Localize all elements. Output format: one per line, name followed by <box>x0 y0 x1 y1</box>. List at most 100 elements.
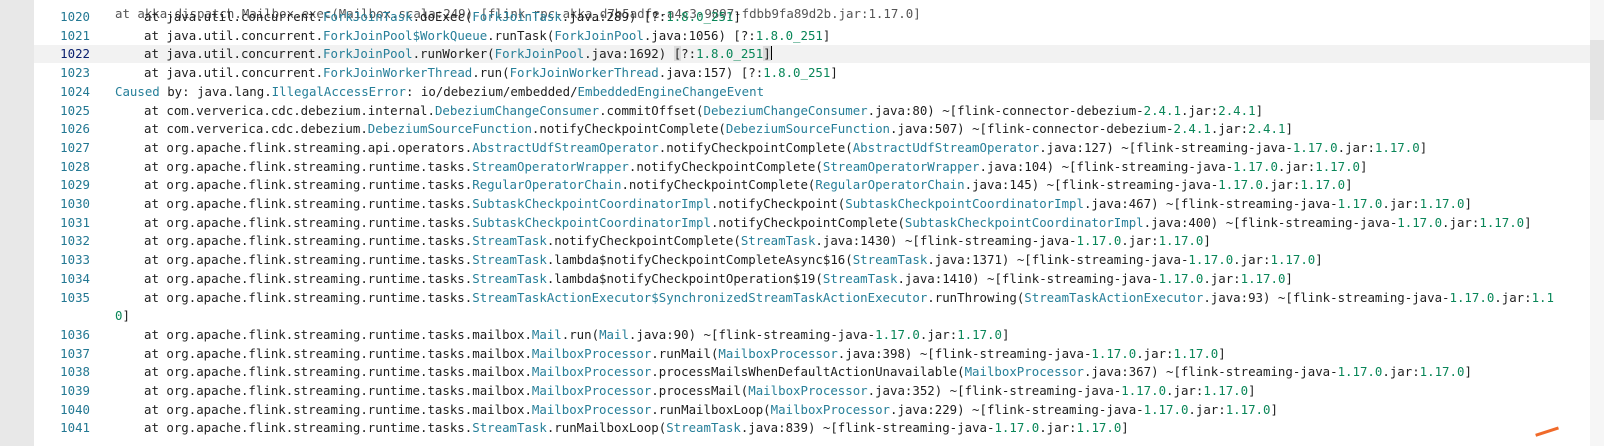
log-line-1020[interactable]: 1020 at java.util.concurrent.ForkJoinTask… <box>34 8 1604 26</box>
class-token: MailboxProcessor <box>718 345 838 361</box>
line-number: 1041 <box>60 420 90 436</box>
class-token: SubtaskCheckpointCoordinatorImpl <box>472 214 711 230</box>
log-line-1039[interactable]: 1039 at org.apache.flink.streaming.runtim… <box>34 382 1604 400</box>
text-token: .lambda$notifyCheckpointOperation$19( <box>546 270 823 286</box>
text-token: .lambda$notifyCheckpointCompleteAsync$16… <box>546 252 853 268</box>
line-text: at org.apache.flink.streaming.runtime.ta… <box>115 345 1226 363</box>
class-token: AbstractUdfStreamOperator <box>472 139 659 155</box>
log-line-1035[interactable]: 1035 at org.apache.flink.streaming.runtim… <box>34 289 1604 307</box>
text-token: .jar: <box>1442 214 1480 230</box>
log-line-1034[interactable]: 1034 at org.apache.flink.streaming.runtim… <box>34 270 1604 288</box>
log-line-1040[interactable]: 1040 at org.apache.flink.streaming.runtim… <box>34 401 1604 419</box>
class-token: RegularOperatorChain <box>472 177 622 193</box>
class-token: StreamTask <box>852 252 928 268</box>
text-token: by: java.lang. <box>159 83 272 99</box>
version-token: 1.17.0 <box>1173 345 1219 361</box>
scrollbar-thumb[interactable] <box>1590 40 1604 120</box>
line-number: 1020 <box>60 9 90 24</box>
class-token: StreamOperatorWrapper <box>472 158 629 174</box>
version-token: 2.4.1 <box>1218 102 1256 118</box>
version-token: 1.17.0 <box>1419 196 1465 211</box>
line-text: at org.apache.flink.streaming.runtime.ta… <box>115 419 1129 437</box>
text-token: .jar: <box>1382 364 1420 380</box>
log-line-1041[interactable]: 1041 at org.apache.flink.streaming.runtim… <box>34 419 1604 437</box>
version-token: 1.17.0 <box>875 326 920 342</box>
text-token: .jar: <box>1136 345 1174 361</box>
text-token: .commitOffset( <box>599 102 704 118</box>
log-line-1027[interactable]: 1027 at org.apache.flink.streaming.api.op… <box>34 139 1604 157</box>
line-text: at org.apache.flink.streaming.runtime.ta… <box>115 195 1472 213</box>
class-token: ForkJoinTask <box>472 9 562 24</box>
class-token: Mail <box>531 326 562 342</box>
line-number: 1039 <box>60 383 90 398</box>
text-token: at org.apache.flink.streaming.runtime.ta… <box>144 158 473 174</box>
line-text: at com.ververica.cdc.debezium.DebeziumSo… <box>115 120 1293 138</box>
text-token: .runMailboxLoop( <box>546 420 667 436</box>
version-token: 1.17.0 <box>1218 177 1264 193</box>
log-line-1028[interactable]: 1028 at org.apache.flink.streaming.runtim… <box>34 158 1604 176</box>
text-token: .java:145) ~[flink-streaming-java- <box>964 177 1219 193</box>
text-token: .java:93) ~[flink-streaming-java- <box>1203 289 1450 305</box>
version-token: 1.17.0 <box>1225 401 1271 417</box>
text-token: ?: <box>681 46 697 62</box>
text-token: .notifyCheckpointComplete( <box>621 177 816 193</box>
log-line-1038[interactable]: 1038 at org.apache.flink.streaming.runtim… <box>34 363 1604 381</box>
text-token: .java:1692) <box>584 46 674 62</box>
class-token: DebeziumSourceFunction <box>367 121 532 137</box>
line-text: 0] <box>115 307 130 325</box>
text-token: .runTask( <box>487 27 555 43</box>
text-token: .processMail( <box>651 383 749 398</box>
text-token: .java:289) [?: <box>561 9 667 24</box>
line-number: 1037 <box>60 345 90 361</box>
version-token: 2.4.1 <box>1143 102 1181 118</box>
line-text: Caused by: java.lang.IllegalAccessError:… <box>115 83 764 101</box>
class-token: ForkJoinPool <box>494 46 585 62</box>
log-line-1031[interactable]: 1031 at org.apache.flink.streaming.runtim… <box>34 214 1604 232</box>
line-text: at org.apache.flink.streaming.runtime.ta… <box>115 232 1211 250</box>
class-token: SubtaskCheckpointCoordinatorImpl <box>472 196 711 211</box>
text-token: at com.ververica.cdc.debezium.internal. <box>144 102 435 118</box>
text-token: .java:398) ~[flink-streaming-java- <box>837 345 1092 361</box>
log-line-1022[interactable]: 1022 at java.util.concurrent.ForkJoinPool… <box>34 45 1604 64</box>
line-number: 1025 <box>60 102 90 118</box>
class-token: MailboxProcessor <box>531 364 652 380</box>
log-line-1029[interactable]: 1029 at org.apache.flink.streaming.runtim… <box>34 176 1604 194</box>
class-token: MailboxProcessor <box>964 364 1084 380</box>
log-line-1032[interactable]: 1032 at org.apache.flink.streaming.runtim… <box>34 232 1604 250</box>
log-line-1023[interactable]: 1023 at java.util.concurrent.ForkJoinWork… <box>34 64 1604 82</box>
version-token: 1.17.0 <box>1188 252 1234 268</box>
text-token: .jar: <box>1263 177 1301 193</box>
line-number: 1038 <box>60 364 90 380</box>
line-number: 1029 <box>60 177 90 193</box>
version-token: 1.17.0 <box>1233 158 1278 174</box>
text-token: at org.apache.flink.streaming.runtime.ta… <box>144 270 473 286</box>
log-line-1024[interactable]: 1024 Caused by: java.lang.IllegalAccessEr… <box>34 83 1604 101</box>
log-editor[interactable]: at akka.dispatch.Mailbox.exec(Mailbox.sc… <box>34 0 1604 446</box>
log-line-1025[interactable]: 1025 at com.ververica.cdc.debezium.intern… <box>34 102 1604 120</box>
text-token: ] <box>763 46 771 62</box>
log-line-1037[interactable]: 1037 at org.apache.flink.streaming.runtim… <box>34 345 1604 363</box>
log-line-1033[interactable]: 1033 at org.apache.flink.streaming.runtim… <box>34 251 1604 269</box>
text-token: ] <box>1203 233 1211 249</box>
text-token: : io/debezium/embedded/ <box>405 83 578 99</box>
text-token: .jar: <box>1039 420 1077 436</box>
left-gutter-strip <box>0 0 34 446</box>
class-token: StreamTask <box>472 270 547 286</box>
line-text: at org.apache.flink.streaming.runtime.ta… <box>115 214 1532 232</box>
line-text: at java.util.concurrent.ForkJoinPool.run… <box>115 45 772 63</box>
text-token: .jar: <box>1180 102 1219 118</box>
text-token: .notifyCheckpointComplete( <box>546 233 741 249</box>
text-token: .doExec( <box>412 9 473 24</box>
text-token: .jar: <box>1277 158 1316 174</box>
text-token: at java.util.concurrent. <box>144 65 324 81</box>
line-number: 1027 <box>60 139 90 155</box>
line-text: at org.apache.flink.streaming.runtime.ta… <box>115 382 1256 400</box>
text-token: at org.apache.flink.streaming.runtime.ta… <box>144 364 532 380</box>
log-line-1036[interactable]: 1036 at org.apache.flink.streaming.runtim… <box>34 326 1604 344</box>
class-token: ForkJoinPool$WorkQueue <box>323 27 488 43</box>
class-token: StreamTask <box>740 233 816 249</box>
log-line-1026[interactable]: 1026 at com.ververica.cdc.debezium.Debezi… <box>34 120 1604 138</box>
log-line-1021[interactable]: 1021 at java.util.concurrent.ForkJoinPool… <box>34 27 1604 45</box>
log-line-1030[interactable]: 1030 at org.apache.flink.streaming.runtim… <box>34 195 1604 213</box>
text-token: .java:1056) [?: <box>643 27 756 43</box>
